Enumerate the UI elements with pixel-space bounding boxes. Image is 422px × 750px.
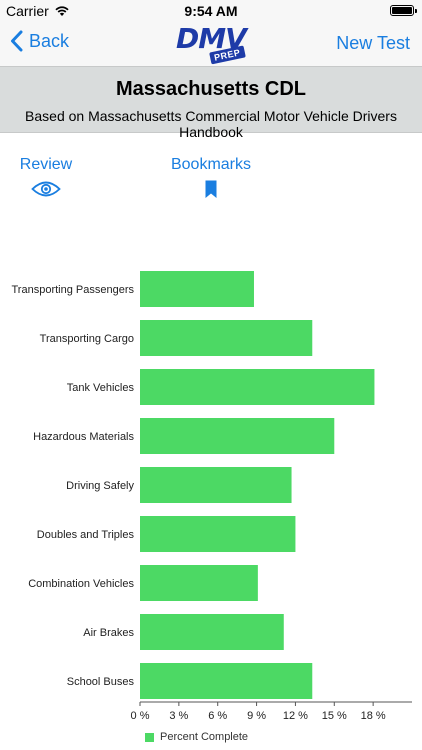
chart-bar — [140, 516, 296, 552]
chart-bar — [140, 614, 284, 650]
eye-icon — [31, 181, 61, 197]
x-tick-label: 9 % — [247, 710, 266, 722]
x-tick-label: 18 % — [361, 710, 386, 722]
category-label: Doubles and Triples — [37, 529, 135, 541]
chart-bar — [140, 271, 254, 307]
legend-swatch — [145, 732, 154, 742]
category-label: Combination Vehicles — [28, 578, 134, 590]
progress-bar-chart: Transporting Passengers Transporting Carg… — [12, 271, 412, 722]
legend-label: Percent Complete — [160, 731, 249, 743]
bookmark-icon — [205, 180, 217, 198]
status-bar: Carrier 9:54 AM — [0, 0, 422, 22]
tab-review[interactable]: Review — [18, 156, 74, 198]
nav-bar: Back DMV PREP New Test — [0, 22, 422, 66]
battery-icon — [390, 5, 417, 16]
x-tick-label: 0 % — [131, 710, 150, 722]
page-subtitle: Based on Massachusetts Commercial Motor … — [25, 108, 397, 140]
category-label: Tank Vehicles — [67, 382, 135, 394]
category-label: Transporting Cargo — [40, 333, 134, 345]
x-tick-label: 12 % — [283, 710, 308, 722]
chart-bar — [140, 418, 335, 454]
chart-legend: Percent Complete — [145, 731, 248, 743]
page-title: Massachusetts CDL — [115, 78, 307, 100]
back-button[interactable]: Back — [10, 30, 69, 52]
x-tick-label: 6 % — [208, 710, 227, 722]
chart-bar — [140, 369, 375, 405]
category-label: Hazardous Materials — [33, 431, 134, 443]
category-label: Driving Safely — [66, 480, 134, 492]
test-header: Massachusetts CDL Based on Massachusetts… — [0, 66, 422, 140]
x-tick-label: 15 % — [322, 710, 347, 722]
tab-bookmarks-label: Bookmarks — [170, 156, 252, 173]
category-label: School Buses — [67, 676, 135, 688]
chart-bar — [140, 663, 313, 699]
x-tick-label: 3 % — [169, 710, 188, 722]
chart-bar — [140, 467, 292, 503]
status-time: 9:54 AM — [184, 3, 238, 19]
back-label: Back — [29, 30, 70, 51]
category-label: Transporting Passengers — [12, 284, 135, 296]
chevron-left-icon — [11, 30, 23, 52]
new-test-button[interactable]: New Test — [336, 33, 410, 54]
category-label: Air Brakes — [83, 627, 134, 639]
tab-bookmarks[interactable]: Bookmarks — [168, 156, 254, 199]
progress-chart: Transporting Passengers Transporting Carg… — [0, 255, 422, 750]
chart-bar — [140, 565, 258, 601]
chart-bar — [140, 320, 313, 356]
dmv-prep-logo: DMV PREP — [176, 22, 248, 66]
tab-review-label: Review — [19, 156, 73, 173]
